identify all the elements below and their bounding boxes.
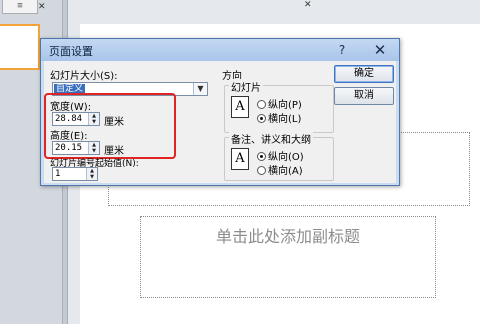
numbering-value[interactable]: 1 [55,169,60,180]
pane-close-icon[interactable]: ✕ [38,2,46,12]
close-icon[interactable]: ✕ [304,0,312,10]
page-setup-dialog: 页面设置 ? ✕ 幻灯片大小(S): 自定义 ▼ 宽度(W): 28.84 ▲ … [40,38,400,186]
slide-size-label: 幻灯片大小(S): [50,71,118,82]
help-button[interactable]: ? [333,41,351,59]
numbering-spin-buttons[interactable]: ▲ ▼ [86,168,97,180]
slides-landscape-radio[interactable]: 横向(L) [257,110,302,125]
slides-portrait-radio[interactable]: 纵向(P) [257,96,302,111]
slides-landscape-label: 横向(L) [268,114,302,125]
subtitle-placeholder[interactable]: 单击此处添加副标题 [140,216,436,298]
radio-icon[interactable] [257,166,266,175]
slides-group-title: 幻灯片 [229,79,263,94]
notes-group-title: 备注、讲义和大纲 [229,131,313,146]
notes-portrait-radio[interactable]: 纵向(O) [257,148,304,163]
landscape-page-icon: A [231,96,249,118]
numbering-stepper[interactable]: 1 ▲ ▼ [52,167,98,181]
cancel-button[interactable]: 取消 [334,87,394,105]
slide-thumbnail[interactable] [0,24,40,70]
close-button[interactable]: ✕ [369,41,391,59]
slides-orientation-group: 幻灯片 A 纵向(P) 横向(L) [224,79,334,133]
size-highlight-box [44,93,176,159]
dialog-body: 幻灯片大小(S): 自定义 ▼ 宽度(W): 28.84 ▲ ▼ 厘米 高度(E… [44,61,396,183]
outline-tab[interactable]: ≡ [2,0,38,14]
notes-landscape-radio[interactable]: 横向(A) [257,162,303,177]
notes-landscape-label: 横向(A) [268,166,303,177]
chevron-down-icon[interactable]: ▼ [193,83,207,95]
dialog-title: 页面设置 [49,45,93,58]
notes-orientation-group: 备注、讲义和大纲 A 纵向(O) 横向(A) [224,131,334,181]
radio-icon[interactable] [257,100,266,109]
portrait-page-icon: A [231,148,249,170]
dialog-titlebar[interactable]: 页面设置 ? ✕ [41,39,399,61]
radio-selected-icon[interactable] [257,152,266,161]
ok-button[interactable]: 确定 [334,65,394,83]
radio-selected-icon[interactable] [257,114,266,123]
spin-down-icon[interactable]: ▼ [87,174,97,180]
